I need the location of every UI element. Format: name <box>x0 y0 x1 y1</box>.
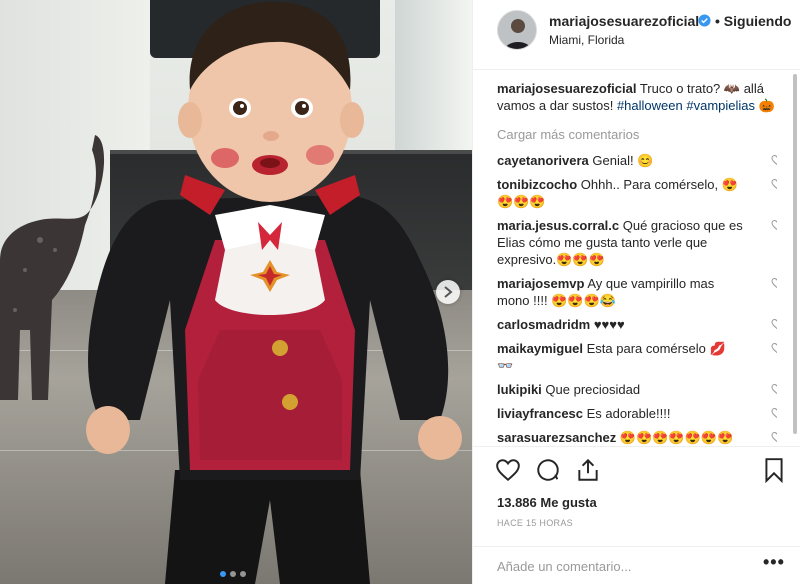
hashtag-link[interactable]: #halloween <box>617 98 683 113</box>
avatar-image <box>498 11 536 49</box>
carousel-dots <box>220 571 246 577</box>
more-icon[interactable]: ••• <box>763 552 785 573</box>
caption-end: 🎃 <box>755 98 775 113</box>
load-more-comments-link[interactable]: Cargar más comentarios <box>497 126 777 143</box>
carousel-dot <box>240 571 246 577</box>
caption-username[interactable]: mariajosesuarezoficial <box>497 81 636 96</box>
comment-icon[interactable] <box>535 457 561 483</box>
comment-username[interactable]: carlosmadridm <box>497 317 590 332</box>
post-actions: 13.886 Me gusta HACE 15 HORAS <box>473 446 800 546</box>
comment-item: sarasuarezsanchez 😍😍😍😍😍😍😍😍 <box>497 429 777 445</box>
comment-username[interactable]: cayetanorivera <box>497 153 589 168</box>
heart-icon[interactable] <box>771 178 777 190</box>
scrollbar-thumb[interactable] <box>793 74 797 434</box>
post-location[interactable]: Miami, Florida <box>549 33 624 47</box>
comment-input[interactable] <box>497 556 747 576</box>
comment-username[interactable]: maikaymiguel <box>497 341 583 356</box>
comment-username[interactable]: mariajosemvp <box>497 276 584 291</box>
comment-username[interactable]: sarasuarezsanchez <box>497 430 616 445</box>
comment-item: maikaymiguel Esta para comérselo 💋 👓 <box>497 340 777 374</box>
comment-item: liviayfrancesc Es adorable!!!! <box>497 405 777 422</box>
add-comment-bar: ••• <box>473 546 800 584</box>
comment-username[interactable]: lukipiki <box>497 382 542 397</box>
heart-icon[interactable] <box>771 277 777 289</box>
verified-icon <box>698 14 711 27</box>
comment-item: lukipiki Que preciosidad <box>497 381 777 398</box>
comment-item: cayetanorivera Genial! 😊 <box>497 152 777 169</box>
comment-item: maria.jesus.corral.c Qué gracioso que es… <box>497 217 777 268</box>
carousel-dot-active <box>220 571 226 577</box>
heart-icon[interactable] <box>771 219 777 231</box>
heart-icon[interactable] <box>771 407 777 419</box>
comment-item: carlosmadridm ♥♥♥♥ <box>497 316 777 333</box>
comment-item: tonibizcocho Ohhh.. Para comérselo, 😍😍😍😍 <box>497 176 777 210</box>
heart-icon[interactable] <box>771 431 777 443</box>
comment-text: Que preciosidad <box>541 382 641 397</box>
comment-username[interactable]: liviayfrancesc <box>497 406 583 421</box>
following-button[interactable]: • Siguiendo <box>715 13 791 29</box>
heart-icon[interactable] <box>771 154 777 166</box>
comment-text: ♥♥♥♥ <box>590 317 625 332</box>
heart-icon[interactable] <box>495 457 521 483</box>
avatar[interactable] <box>497 10 537 50</box>
bookmark-icon[interactable] <box>761 457 787 483</box>
post-caption: mariajosesuarezoficial Truco o trato? 🦇 … <box>497 80 777 114</box>
comment-item: mariajosemvp Ay que vampirillo mas mono … <box>497 275 777 309</box>
comments-list: mariajosesuarezoficial Truco o trato? 🦇 … <box>497 80 777 445</box>
hashtag-link[interactable]: #vampielias <box>686 98 755 113</box>
post-header: mariajosesuarezoficial • Siguiendo Miami… <box>473 0 800 70</box>
likes-count[interactable]: 13.886 Me gusta <box>497 495 597 510</box>
comment-username[interactable]: tonibizcocho <box>497 177 577 192</box>
post-side-panel: mariajosesuarezoficial • Siguiendo Miami… <box>472 0 800 584</box>
comments-scrollbar[interactable] <box>791 70 799 446</box>
comment-text: Genial! 😊 <box>588 153 654 168</box>
comment-text: Es adorable!!!! <box>583 406 671 421</box>
post-photo[interactable] <box>0 0 472 584</box>
carousel-dot <box>230 571 236 577</box>
post-username[interactable]: mariajosesuarezoficial <box>549 13 699 29</box>
heart-icon[interactable] <box>771 318 777 330</box>
next-photo-button[interactable] <box>436 280 460 304</box>
child-vampire-costume <box>86 1 462 584</box>
comment-username[interactable]: maria.jesus.corral.c <box>497 218 619 233</box>
heart-icon[interactable] <box>771 342 777 354</box>
chevron-right-icon <box>444 286 453 298</box>
share-icon[interactable] <box>575 457 601 483</box>
post-timestamp: HACE 15 HORAS <box>497 518 573 528</box>
heart-icon[interactable] <box>771 383 777 395</box>
